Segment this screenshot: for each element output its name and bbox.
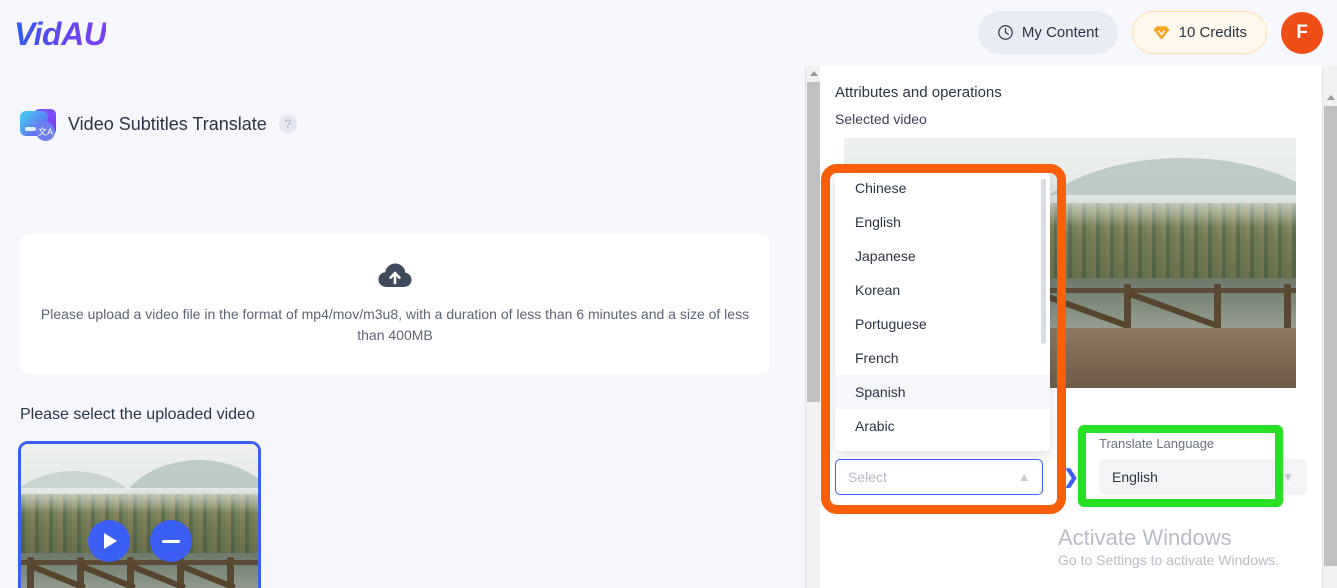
header-actions: My Content 10 Credits F — [977, 11, 1323, 54]
minus-icon — [161, 539, 180, 543]
chevron-right-icon: ❯ — [1063, 466, 1079, 488]
panel-scroll-up-arrow-icon[interactable] — [1323, 90, 1337, 105]
page-scrollbar[interactable] — [805, 66, 820, 588]
help-icon[interactable]: ? — [278, 115, 297, 133]
my-content-button[interactable]: My Content — [977, 11, 1118, 54]
dropdown-option-korean[interactable]: Korean — [835, 273, 1050, 307]
video-thumbnail-image — [21, 444, 258, 588]
page-title: Video Subtitles Translate — [68, 113, 267, 134]
play-button[interactable] — [87, 520, 130, 562]
dropdown-option-arabic[interactable]: Arabic — [835, 409, 1050, 443]
app-root: VidAU My Content 10 Credits F 文A Video S… — [0, 0, 1337, 588]
select-video-label: Please select the uploaded video — [20, 406, 255, 423]
gem-icon — [1153, 25, 1170, 40]
avatar[interactable]: F — [1281, 11, 1323, 54]
dropdown-option-french[interactable]: French — [835, 341, 1050, 375]
upload-hint-text: Please upload a video file in the format… — [40, 306, 750, 343]
remove-video-button[interactable] — [149, 520, 192, 562]
translate-language-select[interactable]: English ▼ — [1099, 459, 1307, 495]
translate-language-value: English — [1112, 469, 1158, 485]
scroll-up-arrow-icon[interactable] — [806, 66, 821, 81]
top-header: VidAU My Content 10 Credits F — [0, 0, 1337, 66]
credits-label: 10 Credits — [1178, 24, 1247, 41]
page-scroll-thumb[interactable] — [807, 82, 820, 402]
credits-button[interactable]: 10 Credits — [1131, 11, 1267, 54]
original-language-dropdown[interactable]: Chinese English Japanese Korean Portugue… — [835, 171, 1050, 451]
play-icon — [104, 533, 117, 549]
panel-scroll-thumb[interactable] — [1324, 106, 1337, 566]
translate-language-group: Translate Language English ▼ — [1099, 436, 1307, 495]
video-translate-icon: 文A — [20, 108, 56, 141]
app-logo[interactable]: VidAU — [14, 16, 107, 53]
panel-title: Attributes and operations — [835, 84, 1002, 101]
video-controls — [21, 520, 258, 562]
upload-dropzone[interactable]: Please upload a video file in the format… — [20, 234, 770, 374]
cloud-upload-icon — [378, 263, 412, 287]
uploaded-video-thumbnail[interactable] — [18, 441, 261, 588]
dropdown-option-japanese[interactable]: Japanese — [835, 239, 1050, 273]
dropdown-option-english[interactable]: English — [835, 205, 1050, 239]
translate-language-label: Translate Language — [1099, 436, 1215, 451]
chevron-up-icon: ▲ — [1018, 470, 1030, 484]
panel-scrollbar[interactable] — [1322, 66, 1337, 588]
dropdown-option-spanish[interactable]: Spanish — [835, 375, 1050, 409]
dropdown-scrollbar[interactable] — [1041, 179, 1046, 344]
original-language-select[interactable]: Select ▲ — [835, 459, 1043, 495]
chevron-down-icon: ▼ — [1282, 470, 1294, 484]
original-language-value: Select — [848, 469, 887, 485]
task-header: 文A Video Subtitles Translate ? — [20, 108, 297, 141]
selected-video-label: Selected video — [835, 111, 927, 127]
left-work-area: 文A Video Subtitles Translate ? Please up… — [0, 66, 805, 588]
clock-icon — [998, 25, 1013, 40]
dropdown-option-portuguese[interactable]: Portuguese — [835, 307, 1050, 341]
my-content-label: My Content — [1021, 24, 1099, 41]
dropdown-option-chinese[interactable]: Chinese — [835, 171, 1050, 205]
